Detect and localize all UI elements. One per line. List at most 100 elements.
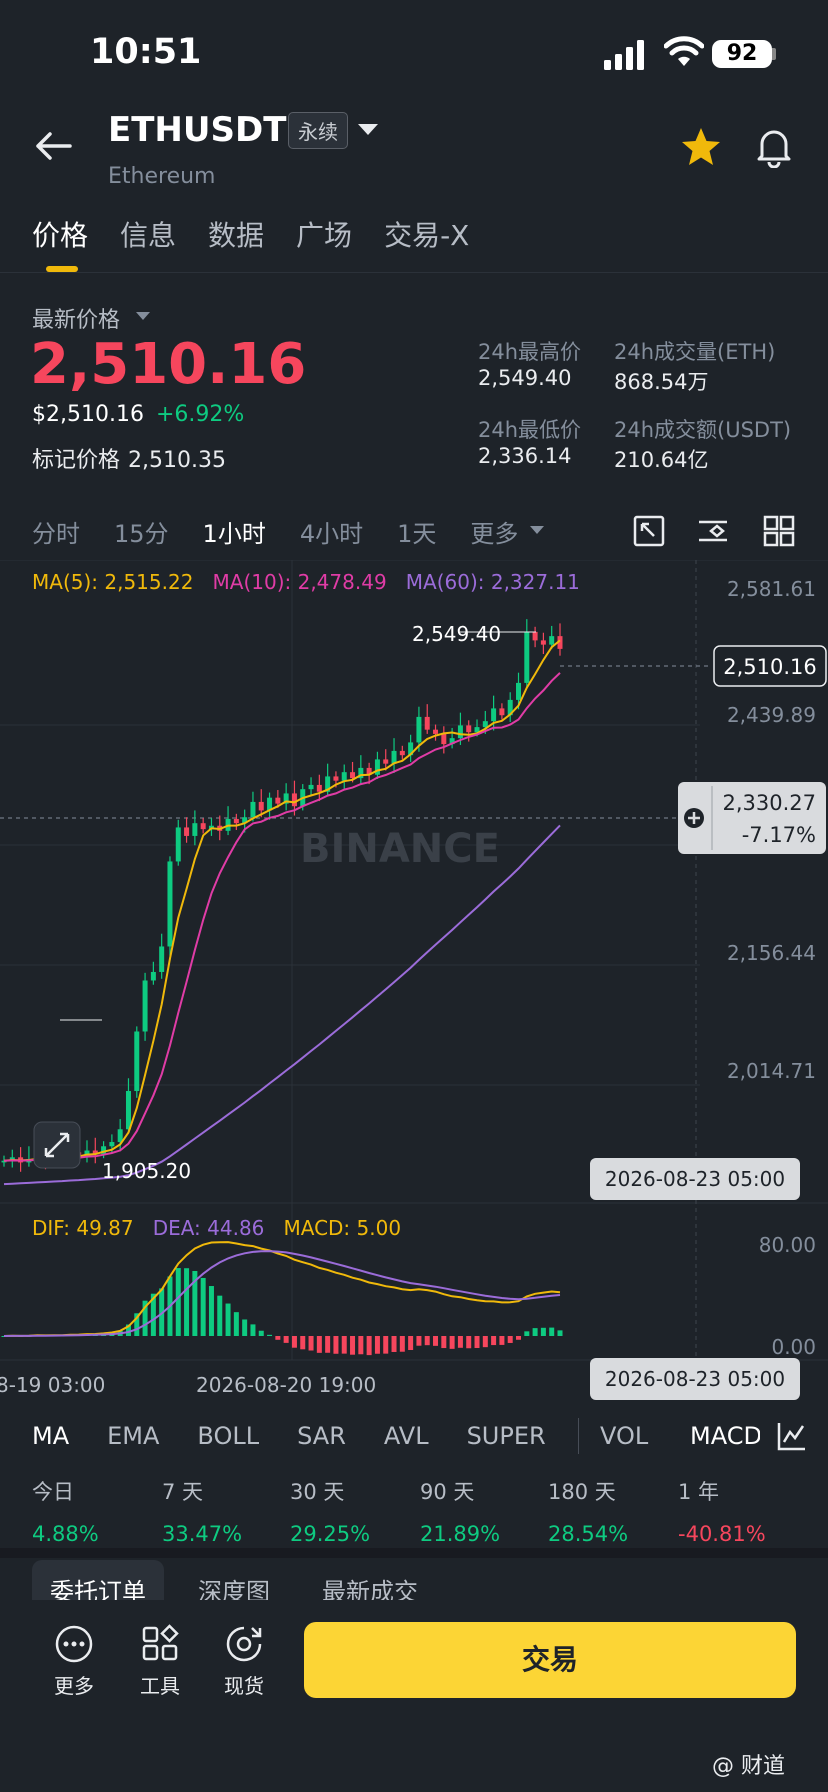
perf-180d: 180 天 28.54% xyxy=(548,1476,688,1546)
macd-bar xyxy=(507,1336,513,1343)
perf-label: 今日 xyxy=(32,1480,74,1504)
indicator-sar[interactable]: SAR xyxy=(297,1422,346,1450)
macd-bar xyxy=(358,1336,364,1355)
timeframe-4h[interactable]: 4小时 xyxy=(300,514,363,549)
timeframe-line[interactable]: 分时 xyxy=(32,514,80,549)
macd-bar xyxy=(258,1330,264,1336)
candle xyxy=(540,640,546,645)
trade-button[interactable]: 交易 xyxy=(304,1622,796,1698)
tab-price[interactable]: 价格 xyxy=(32,214,88,254)
indicator-vol[interactable]: VOL xyxy=(600,1422,648,1450)
indicator-macd[interactable]: MACD xyxy=(690,1422,760,1450)
timeframe-more-dropdown-icon[interactable] xyxy=(530,526,544,534)
tabs-divider xyxy=(0,272,828,273)
indicator-boll[interactable]: BOLL xyxy=(197,1422,259,1450)
macd-bar xyxy=(557,1330,563,1336)
indicator-ma[interactable]: MA xyxy=(32,1422,69,1450)
indicator-settings-icon[interactable] xyxy=(776,1420,808,1452)
symbol-subtitle: Ethereum xyxy=(108,164,216,189)
candle xyxy=(350,772,356,779)
x-label-2: 2026-08-20 19:00 xyxy=(196,1373,376,1397)
candle xyxy=(383,759,389,764)
high-price-label: 2,549.40 xyxy=(412,622,501,646)
timeframe-1h[interactable]: 1小时 xyxy=(203,514,266,549)
mark-price-label: 标记价格 xyxy=(32,448,121,473)
macd-bar xyxy=(457,1336,463,1348)
more-icon xyxy=(55,1625,93,1663)
status-bar: 10:51 92 xyxy=(0,0,828,100)
tab-trade-x[interactable]: 交易-X xyxy=(384,214,469,254)
macd-bar xyxy=(424,1336,430,1346)
macd-bar xyxy=(242,1319,248,1336)
perf-label: 90 天 xyxy=(420,1480,475,1504)
macd-bar xyxy=(474,1336,480,1348)
tools-button[interactable]: 工具 xyxy=(132,1624,188,1699)
stat-24h-volume-value: 868.54万 xyxy=(614,370,709,394)
latest-price-dropdown-icon[interactable] xyxy=(136,312,150,320)
perf-value: 33.47% xyxy=(162,1522,243,1546)
macd-bar xyxy=(325,1336,331,1353)
candle xyxy=(142,980,148,1032)
chart-fullscreen-icon[interactable] xyxy=(632,514,666,548)
stat-24h-turnover-label: 24h成交额(USDT) xyxy=(614,418,792,442)
more-label: 更多 xyxy=(54,1674,94,1698)
x-label-1: 8-19 03:00 xyxy=(0,1373,105,1397)
macd-bar xyxy=(433,1336,439,1346)
price-change: +6.92% xyxy=(156,402,245,427)
macd-bar xyxy=(275,1336,281,1340)
ma-legend: MA(5): 2,515.22 MA(10): 2,478.49 MA(60):… xyxy=(32,570,580,594)
indicator-avl[interactable]: AVL xyxy=(384,1422,429,1450)
expand-chart-icon[interactable] xyxy=(33,1121,81,1169)
stat-24h-high-label: 24h最高价 xyxy=(478,340,582,364)
chart-settings-icon[interactable] xyxy=(696,514,730,548)
bell-icon[interactable] xyxy=(754,124,794,168)
macd-bar xyxy=(449,1336,455,1349)
symbol-dropdown-icon[interactable] xyxy=(358,124,378,135)
timeframe-more[interactable]: 更多 xyxy=(470,514,518,549)
price-chart[interactable]: BINANCE 2,581.61 2,439.89 2,156.44 2,014… xyxy=(0,560,828,1400)
latest-price-label[interactable]: 最新价格 xyxy=(32,302,120,334)
ma10-value: MA(10): 2,478.49 xyxy=(212,570,387,594)
y-tick-1: 2,581.61 xyxy=(727,577,816,601)
tab-info[interactable]: 信息 xyxy=(120,214,176,254)
indicator-super[interactable]: SUPER xyxy=(467,1422,546,1450)
perf-1y: 1 年 -40.81% xyxy=(678,1476,818,1546)
symbol-title[interactable]: ETHUSDT xyxy=(108,110,286,150)
macd-bar xyxy=(184,1268,190,1336)
timeframe-15m[interactable]: 15分 xyxy=(114,514,169,549)
macd-bar xyxy=(217,1295,223,1336)
candle xyxy=(150,971,156,981)
macd-bar xyxy=(516,1336,522,1340)
favorite-star-icon[interactable] xyxy=(680,126,722,168)
stat-24h-turnover-value: 210.64亿 xyxy=(614,448,709,472)
candle xyxy=(175,827,181,862)
candle xyxy=(117,1129,123,1143)
chart-grid xyxy=(0,560,828,1361)
dif-line xyxy=(3,1241,561,1337)
candle xyxy=(125,1091,131,1130)
tools-icon xyxy=(142,1624,179,1661)
macd-bar xyxy=(374,1336,380,1354)
candle xyxy=(466,725,472,733)
candle xyxy=(333,776,339,781)
timeframe-1d[interactable]: 1天 xyxy=(397,514,436,549)
spot-icon xyxy=(226,1626,262,1662)
perf-value: 21.89% xyxy=(420,1522,501,1546)
chart-layout-grid-icon[interactable] xyxy=(762,514,796,548)
indicator-ema[interactable]: EMA xyxy=(107,1422,159,1450)
candle xyxy=(250,801,256,818)
macd-bar xyxy=(316,1336,322,1353)
candle xyxy=(433,729,439,734)
more-button[interactable]: 更多 xyxy=(46,1624,102,1699)
dif-value: DIF: 49.87 xyxy=(32,1216,134,1240)
tab-square[interactable]: 广场 xyxy=(296,214,352,254)
back-arrow-icon[interactable] xyxy=(30,126,78,166)
candle xyxy=(167,861,173,947)
battery-indicator: 92 xyxy=(712,40,772,68)
macd-tick-0: 0.00 xyxy=(771,1335,816,1359)
macd-bar xyxy=(366,1336,372,1356)
ma5-line xyxy=(3,639,561,1162)
macd-bar xyxy=(175,1268,181,1336)
spot-button[interactable]: 现货 xyxy=(216,1624,272,1699)
tab-data[interactable]: 数据 xyxy=(208,214,264,254)
